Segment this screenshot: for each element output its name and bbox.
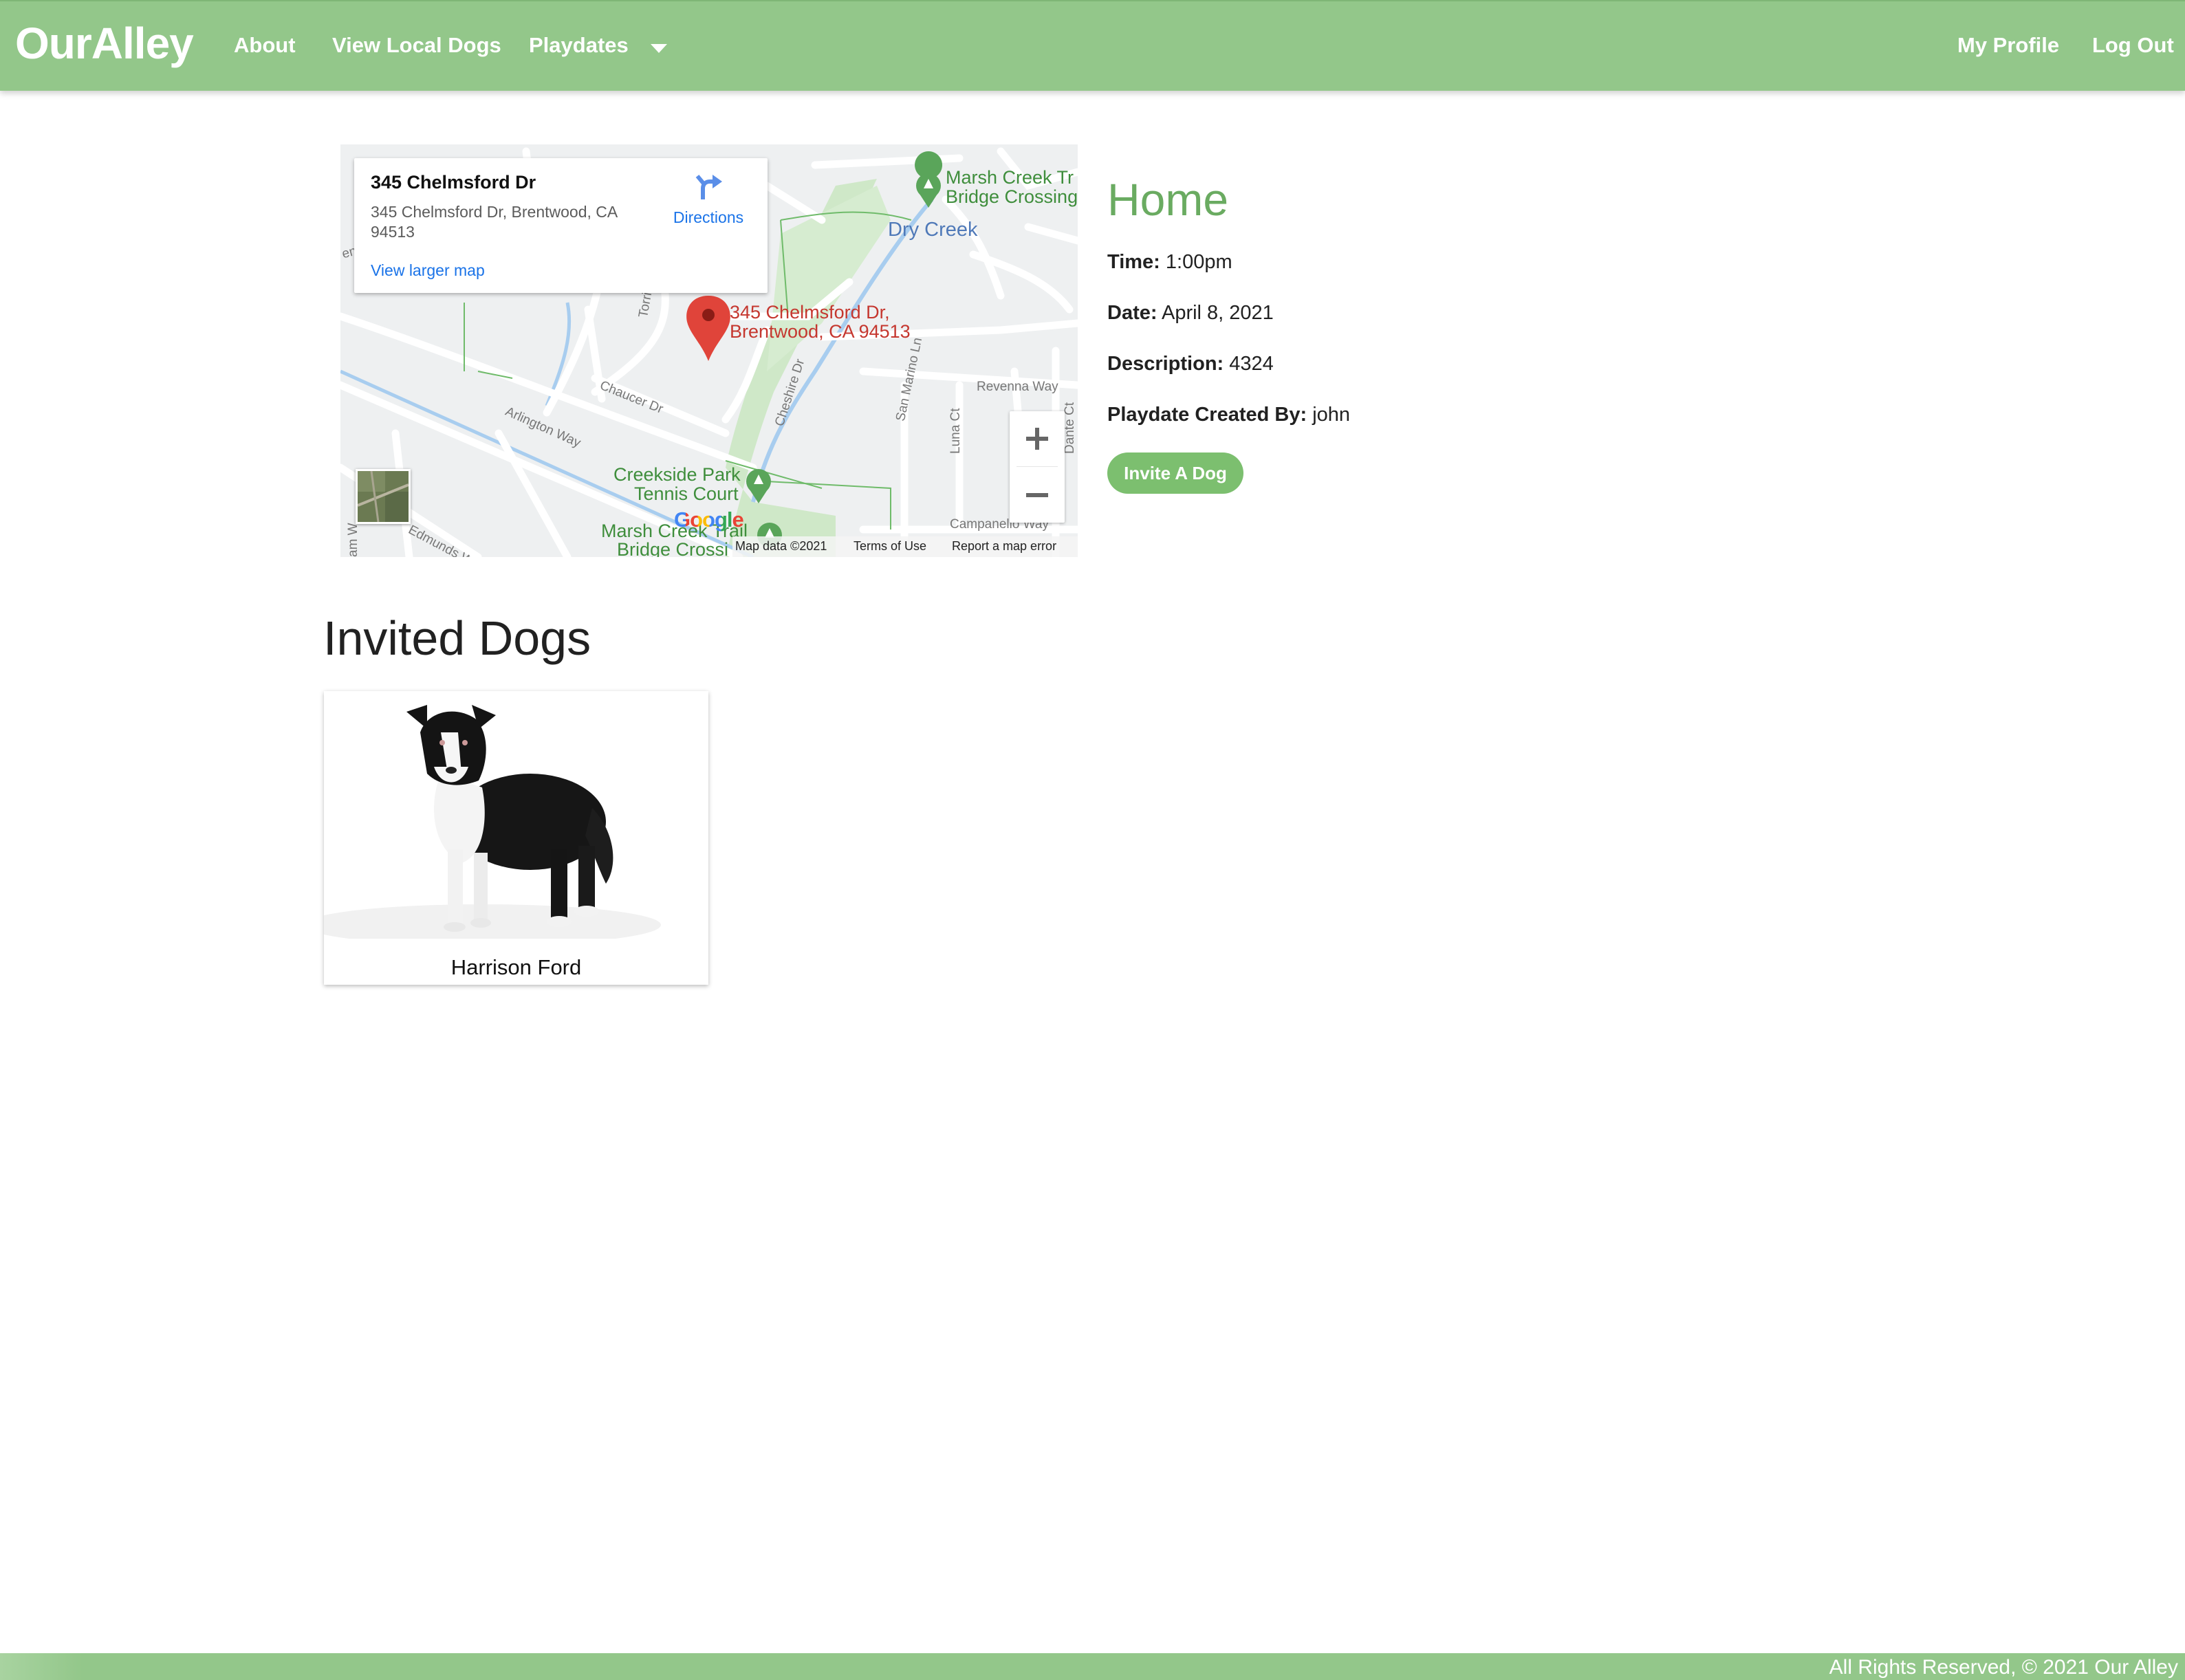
invited-dogs-heading: Invited Dogs	[323, 611, 591, 665]
nav-link-my-profile[interactable]: My Profile	[1957, 33, 2059, 58]
map-street-label: am W	[346, 523, 360, 557]
dog-card[interactable]: Harrison Ford	[324, 691, 708, 985]
marker-address-label: Brentwood, CA 94513	[730, 321, 911, 342]
map-info-card: 345 Chelmsford Dr 345 Chelmsford Dr, Bre…	[354, 158, 768, 293]
map-info-title: 345 Chelmsford Dr	[371, 172, 536, 193]
plus-icon	[1026, 428, 1048, 450]
playdate-creator: Playdate Created By: john	[1107, 404, 1350, 426]
map-place-label: Creekside Park	[613, 464, 741, 485]
nav-link-view-local-dogs[interactable]: View Local Dogs	[332, 33, 501, 58]
map-place-label: Bridge Crossi	[617, 539, 729, 557]
playdates-dropdown-caret-icon[interactable]	[651, 44, 667, 53]
time-value: 1:00pm	[1165, 251, 1232, 273]
map-info-address: 345 Chelmsford Dr, Brentwood, CA 94513	[371, 203, 617, 241]
description-value: 4324	[1229, 353, 1274, 375]
marker-address-label: 345 Chelmsford Dr,	[730, 302, 890, 323]
playdate-date: Date: April 8, 2021	[1107, 302, 1274, 325]
terms-of-use-link[interactable]: Terms of Use	[854, 539, 926, 554]
date-value: April 8, 2021	[1161, 302, 1274, 324]
google-logo: Google	[674, 508, 744, 532]
description-label: Description:	[1107, 353, 1224, 375]
dog-image	[324, 691, 708, 939]
playdate-title: Home	[1107, 174, 1229, 225]
date-label: Date:	[1107, 302, 1157, 324]
playdate-description: Description: 4324	[1107, 353, 1274, 375]
created-by-value: john	[1312, 404, 1351, 426]
footer-copyright: All Rights Reserved, © 2021 Our Alley	[1829, 1656, 2178, 1679]
embedded-map[interactable]: Marsh Creek Tr Bridge Crossing Dry Creek…	[340, 144, 1078, 557]
dog-photo	[324, 691, 708, 939]
zoom-in-button[interactable]	[1010, 411, 1065, 466]
view-larger-map-link[interactable]: View larger map	[371, 261, 485, 280]
satellite-thumbnail-icon	[358, 471, 409, 522]
directions-icon	[695, 175, 722, 199]
brand-logo-link[interactable]: OurAlley	[15, 18, 194, 69]
map-street-label: Revenna Way	[977, 380, 1058, 394]
minus-icon	[1026, 493, 1048, 497]
nav-link-playdates[interactable]: Playdates	[529, 33, 629, 58]
nav-link-about[interactable]: About	[234, 33, 296, 58]
map-zoom-control	[1010, 411, 1065, 523]
created-by-label: Playdate Created By:	[1107, 404, 1307, 426]
map-street-label: Luna Ct	[948, 408, 963, 454]
map-street-label: Dante Ct	[1063, 402, 1077, 454]
map-place-label: Bridge Crossing	[946, 186, 1078, 207]
satellite-toggle-button[interactable]	[356, 469, 411, 524]
directions-label: Directions	[673, 208, 744, 226]
directions-button[interactable]: Directions	[657, 172, 760, 227]
invite-a-dog-button[interactable]: Invite A Dog	[1107, 452, 1243, 494]
map-place-label: Marsh Creek Tr	[946, 167, 1074, 188]
page-footer: All Rights Reserved, © 2021 Our Alley	[0, 1653, 2185, 1680]
map-data-attribution: Map data ©2021	[735, 539, 827, 553]
map-attribution-bar: Map data ©2021 Terms of Use Report a map…	[732, 536, 1078, 557]
playdate-time: Time: 1:00pm	[1107, 251, 1232, 274]
top-navbar: OurAlley About View Local Dogs Playdates…	[0, 0, 2185, 91]
google-logo-text: Google	[674, 508, 744, 532]
zoom-divider	[1017, 466, 1058, 467]
zoom-out-button[interactable]	[1010, 468, 1065, 523]
time-label: Time:	[1107, 251, 1160, 273]
report-map-error-link[interactable]: Report a map error	[952, 539, 1056, 554]
map-place-label: Tennis Court	[634, 483, 739, 504]
map-water-label: Dry Creek	[888, 219, 978, 241]
nav-link-log-out[interactable]: Log Out	[2092, 33, 2174, 58]
dog-name: Harrison Ford	[450, 955, 582, 979]
